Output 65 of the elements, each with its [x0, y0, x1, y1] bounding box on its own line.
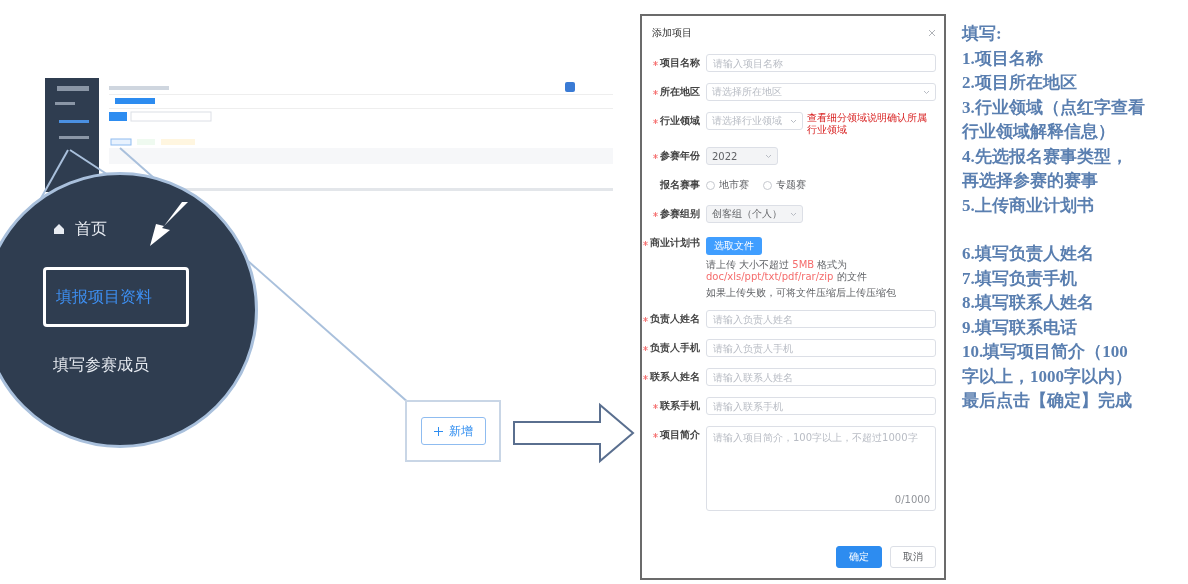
field-label: 项目名称	[642, 54, 700, 72]
upload-hint: 请上传 大小不超过 5MB 格式为 doc/xls/ppt/txt/pdf/rar/zip 的文件	[706, 259, 868, 283]
field-label: 行业领域	[642, 112, 700, 130]
instruction-line: 4.先选报名赛事类型，	[962, 145, 1129, 168]
instruction-line: 9.填写联系电话	[962, 316, 1078, 339]
chevron-down-icon	[790, 118, 797, 124]
field-label: 联系手机	[642, 397, 700, 415]
instruction-line: 3.行业领域（点红字查看	[962, 96, 1145, 119]
close-icon[interactable]	[928, 29, 936, 37]
instruction-line: 10.填写项目简介（100	[962, 341, 1129, 363]
required-asterisk-icon	[643, 375, 648, 380]
required-asterisk-icon	[653, 154, 658, 159]
dialog-title: 添加项目	[652, 26, 692, 40]
chevron-down-icon	[923, 89, 930, 95]
required-asterisk-icon	[653, 433, 658, 438]
required-asterisk-icon	[653, 61, 658, 66]
field-label: 负责人手机	[642, 339, 700, 357]
add-button[interactable]: 新增	[420, 417, 486, 445]
instruction-line: 字以上，1000字以内）	[962, 365, 1133, 388]
field-label: 参赛年份	[642, 147, 700, 165]
text-input[interactable]: 请输入联系人姓名	[706, 368, 936, 386]
required-asterisk-icon	[653, 404, 658, 409]
char-counter: 0/1000	[894, 494, 930, 505]
field-label: 报名赛事	[659, 178, 700, 192]
industry-info-link[interactable]: 查看细分领域说明确认所属行业领域	[807, 112, 936, 136]
home-icon	[53, 223, 65, 235]
field-label: 负责人姓名	[642, 310, 700, 328]
cursor-arrow-icon	[148, 200, 190, 248]
instruction-line: 6.填写负责人姓名	[962, 243, 1095, 265]
radio-option[interactable]: 地市赛	[706, 176, 749, 194]
required-asterisk-icon	[643, 346, 648, 351]
instruction-line: 5.上传商业计划书	[962, 194, 1095, 217]
plus-icon	[433, 426, 443, 436]
instruction-line: 填写:	[962, 23, 1003, 45]
field-label: 联系人姓名	[642, 368, 700, 386]
menu-item[interactable]: 填报项目资料	[43, 267, 189, 327]
field-label: 项目简介	[642, 426, 700, 444]
required-asterisk-icon	[643, 241, 648, 246]
field-label: 商业计划书	[642, 234, 700, 252]
field-label: 所在地区	[642, 83, 700, 101]
field-label: 参赛组别	[642, 205, 700, 223]
text-input[interactable]: 请输入联系手机	[706, 397, 936, 415]
instruction-line: 再选择参赛的赛事	[962, 170, 1099, 192]
menu-item[interactable]: 首页	[53, 209, 255, 249]
instruction-line: 1.项目名称	[962, 47, 1044, 70]
instruction-line: 2.项目所在地区	[962, 72, 1078, 94]
cancel-button[interactable]: 取消	[890, 546, 936, 568]
text-input[interactable]: 请输入项目名称	[706, 54, 936, 72]
instruction-line: 8.填写联系人姓名	[962, 292, 1095, 314]
right-arrow-icon	[513, 402, 635, 464]
instruction-line: 最后点击【确定】完成	[962, 390, 1133, 412]
text-input[interactable]: 请输入负责人手机	[706, 339, 936, 357]
required-asterisk-icon	[653, 119, 658, 124]
required-asterisk-icon	[653, 212, 658, 217]
instruction-line: 行业领域解释信息）	[962, 121, 1116, 143]
chevron-down-icon	[790, 211, 797, 217]
text-input[interactable]: 请输入负责人姓名	[706, 310, 936, 328]
required-asterisk-icon	[643, 317, 648, 322]
upload-hint: 如果上传失败，可将文件压缩后上传压缩包	[706, 287, 897, 299]
chevron-down-icon	[765, 153, 772, 159]
menu-item[interactable]: 填写参赛成员	[53, 345, 255, 385]
instruction-line: 7.填写负责手机	[962, 267, 1078, 290]
confirm-button[interactable]: 确定	[836, 546, 882, 568]
required-asterisk-icon	[653, 90, 658, 95]
radio-option[interactable]: 专题赛	[763, 176, 806, 194]
